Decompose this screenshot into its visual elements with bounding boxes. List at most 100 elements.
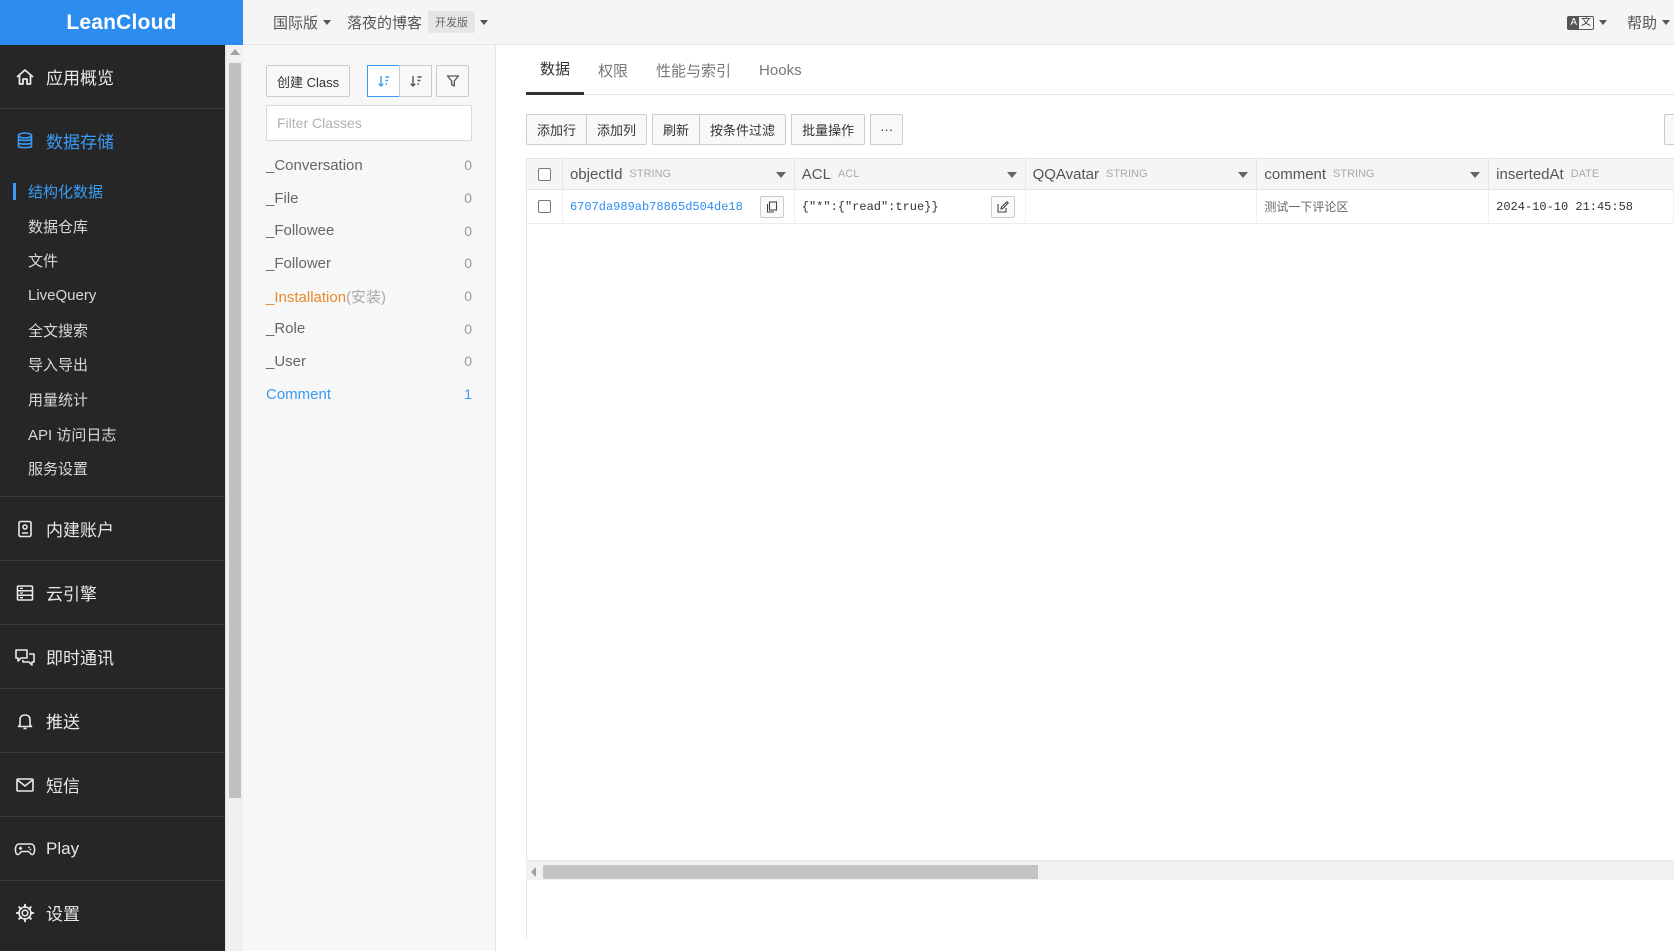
sidebar-scrollbar-thumb[interactable]	[229, 63, 241, 798]
id-card-icon	[14, 518, 36, 540]
column-header-objectid[interactable]: objectId STRING	[563, 159, 795, 189]
edit-icon[interactable]	[990, 196, 1015, 218]
help-label: 帮助	[1626, 15, 1657, 32]
chevron-down-icon[interactable]	[1470, 172, 1481, 178]
sidebar-scrollbar[interactable]	[225, 45, 243, 951]
tab-data[interactable]: 数据	[526, 45, 585, 95]
select-all-checkbox[interactable]	[527, 159, 563, 189]
horizontal-scrollbar-thumb[interactable]	[543, 865, 1038, 879]
class-item[interactable]: _User 0	[266, 345, 472, 378]
data-table: objectId STRING ACL ACL QQAvatar STRING com…	[526, 158, 1674, 938]
chevron-down-icon	[323, 19, 332, 25]
cell-objectid[interactable]: 6707da989ab78865d504de18	[563, 190, 795, 223]
class-item[interactable]: _Role 0	[266, 312, 472, 345]
sidebar-item-files[interactable]: 文件	[0, 243, 225, 278]
nav-im-label: 即时通讯	[46, 649, 114, 669]
sort-count-button[interactable]	[399, 65, 433, 97]
create-class-button[interactable]: 创建 Class	[266, 65, 351, 97]
app-name: 落夜的博客	[347, 14, 423, 32]
help-menu[interactable]: 帮助	[1627, 12, 1670, 33]
batch-operation-button[interactable]: 批量操作	[791, 114, 866, 145]
gamepad-icon	[14, 838, 36, 860]
add-row-button[interactable]: 添加行	[526, 114, 588, 145]
main-content: 数据 权限 性能与索引 Hooks 添加行 添加列 刷新 按条件过滤 批量操作 …	[496, 45, 1674, 951]
region-selector[interactable]: 国际版	[273, 12, 332, 33]
column-header-comment[interactable]: comment STRING	[1257, 159, 1490, 189]
nav-sms-label: 短信	[46, 777, 80, 797]
chevron-down-icon[interactable]	[775, 172, 786, 178]
nav-settings[interactable]: 设置	[0, 881, 225, 944]
cell-acl[interactable]: {"*":{"read":true}}	[795, 190, 1026, 223]
column-header-acl[interactable]: ACL ACL	[795, 159, 1026, 189]
sidebar-item-service-settings[interactable]: 服务设置	[0, 452, 225, 487]
nav-accounts[interactable]: 内建账户	[0, 497, 225, 560]
nav-play[interactable]: Play	[0, 817, 225, 880]
sidebar-item-structured-data[interactable]: 结构化数据	[0, 174, 225, 209]
column-header-qqavatar[interactable]: QQAvatar STRING	[1026, 159, 1258, 189]
tab-performance-index[interactable]: 性能与索引	[642, 45, 745, 95]
nav-overview-label: 应用概览	[46, 69, 114, 88]
cell-comment[interactable]: 测试一下评论区	[1257, 190, 1490, 223]
region-label: 国际版	[273, 14, 319, 32]
column-header-insertedat[interactable]: insertedAt DATE	[1489, 159, 1674, 189]
nav-accounts-label: 内建账户	[46, 521, 114, 541]
tab-permissions[interactable]: 权限	[584, 45, 642, 95]
class-item[interactable]: _Conversation 0	[266, 149, 472, 182]
gear-icon	[14, 902, 36, 924]
cell-qqavatar[interactable]	[1026, 190, 1258, 223]
row-checkbox[interactable]	[527, 190, 563, 223]
class-item[interactable]: _File 0	[266, 182, 472, 215]
tab-hooks[interactable]: Hooks	[745, 45, 816, 95]
nav-overview[interactable]: 应用概览	[0, 45, 225, 108]
overflow-button[interactable]	[1664, 114, 1674, 145]
sidebar-item-api-logs[interactable]: API 访问日志	[0, 417, 225, 452]
sort-descending-icon	[409, 76, 422, 87]
copy-icon[interactable]	[759, 196, 784, 218]
logo[interactable]: LeanCloud	[0, 0, 243, 45]
class-item[interactable]: _Followee 0	[266, 214, 472, 247]
translate-icon: A文	[1567, 15, 1594, 30]
table-horizontal-scrollbar[interactable]	[526, 860, 1674, 880]
table-row: 6707da989ab78865d504de18 {"*":{"read":tr…	[527, 190, 1674, 224]
more-button[interactable]: ···	[870, 114, 904, 145]
filter-classes-input[interactable]	[266, 105, 472, 141]
bell-icon	[14, 710, 36, 732]
class-panel: 创建 Class _Conversation 0 _File 0 _Follow…	[243, 45, 496, 951]
nav-im[interactable]: 即时通讯	[0, 625, 225, 688]
class-item[interactable]: _Installation(安装) 0	[266, 280, 472, 313]
database-icon	[14, 130, 36, 152]
sidebar-item-data-warehouse[interactable]: 数据仓库	[0, 209, 225, 244]
nav-push[interactable]: 推送	[0, 689, 225, 752]
chevron-down-icon	[1662, 20, 1670, 25]
nav-storage-label: 数据存储	[46, 133, 114, 152]
sidebar-item-livequery[interactable]: LiveQuery	[0, 278, 225, 313]
nav-push-label: 推送	[46, 713, 80, 733]
chevron-down-icon	[480, 19, 489, 25]
condition-filter-button[interactable]: 按条件过滤	[699, 114, 787, 145]
add-column-button[interactable]: 添加列	[586, 114, 648, 145]
cell-insertedat[interactable]: 2024-10-10 21:45:58	[1489, 190, 1674, 223]
class-item-selected[interactable]: Comment 1	[266, 378, 472, 411]
sort-alpha-button[interactable]	[367, 65, 401, 97]
language-switcher[interactable]: A文	[1567, 15, 1607, 30]
sort-ascending-icon	[377, 76, 389, 87]
action-toolbar: 添加行 添加列 刷新 按条件过滤 批量操作 ···	[526, 114, 908, 145]
refresh-button[interactable]: 刷新	[652, 114, 701, 145]
chevron-down-icon[interactable]	[1006, 172, 1017, 178]
sidebar-item-fulltext-search[interactable]: 全文搜索	[0, 313, 225, 348]
chat-icon	[14, 646, 36, 668]
class-item[interactable]: _Follower 0	[266, 247, 472, 280]
tab-bar: 数据 权限 性能与索引 Hooks	[526, 45, 816, 95]
filter-button[interactable]	[436, 65, 470, 97]
chevron-down-icon[interactable]	[1238, 172, 1249, 178]
app-plan-badge: 开发版	[428, 11, 476, 33]
app-selector[interactable]: 落夜的博客 开发版	[347, 11, 489, 33]
scroll-up-arrow-icon[interactable]	[230, 49, 240, 55]
nav-engine-label: 云引擎	[46, 585, 97, 605]
nav-engine[interactable]: 云引擎	[0, 561, 225, 624]
sidebar-item-import-export[interactable]: 导入导出	[0, 347, 225, 382]
sidebar-item-usage-stats[interactable]: 用量统计	[0, 382, 225, 417]
nav-sms[interactable]: 短信	[0, 753, 225, 816]
nav-storage[interactable]: 数据存储	[0, 109, 225, 172]
scroll-left-arrow-icon[interactable]	[531, 867, 536, 877]
